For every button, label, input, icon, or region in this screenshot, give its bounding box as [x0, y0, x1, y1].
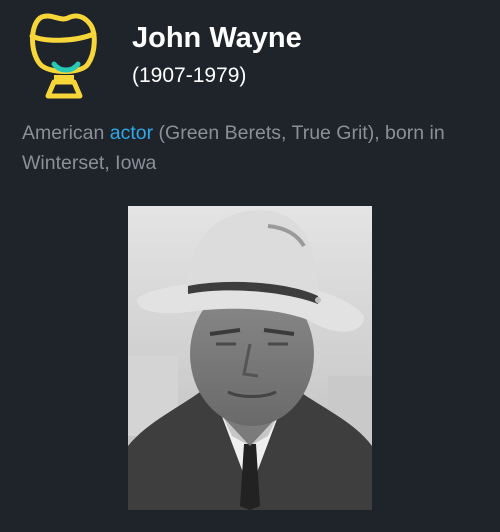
- bust-icon: [24, 12, 104, 100]
- person-card: John Wayne (1907-1979) American actor (G…: [0, 0, 500, 532]
- occupation-link[interactable]: actor: [110, 122, 153, 144]
- person-years: (1907-1979): [132, 64, 247, 87]
- portrait-photo: [128, 206, 372, 510]
- person-name: John Wayne: [132, 22, 302, 54]
- description-prefix: American: [22, 122, 110, 144]
- person-description: American actor (Green Berets, True Grit)…: [22, 118, 482, 178]
